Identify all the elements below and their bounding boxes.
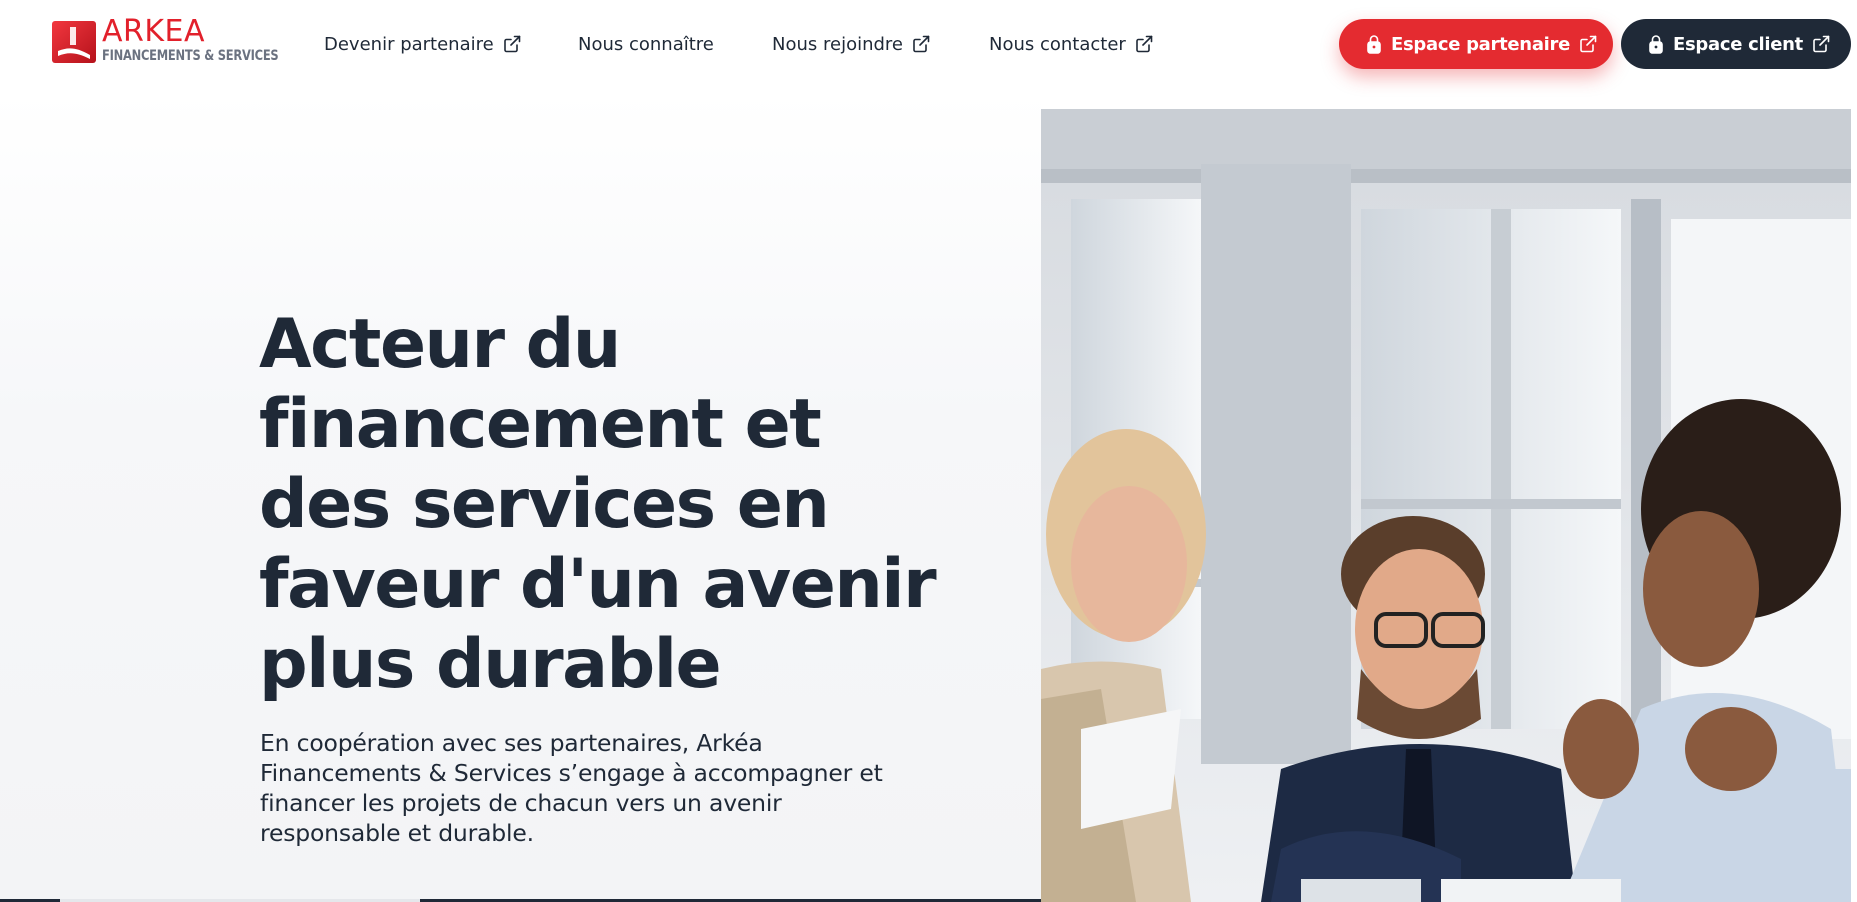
nav-item-label: Devenir partenaire [324, 33, 494, 55]
lock-icon [1649, 34, 1663, 54]
hero-title: Acteur du financement et des services en… [259, 305, 937, 704]
external-link-icon [911, 34, 931, 54]
arkea-logo[interactable]: ARKEA FINANCEMENTS & SERVICES [52, 14, 292, 68]
nav-nous-connaitre[interactable]: Nous connaître [578, 32, 714, 56]
external-link-icon [1811, 34, 1831, 54]
arkea-logo-icon [52, 21, 96, 63]
external-link-icon [1134, 34, 1154, 54]
nav-nous-contacter[interactable]: Nous contacter [989, 32, 1154, 56]
external-link-icon [1578, 34, 1598, 54]
espace-partenaire-button[interactable]: Espace partenaire [1339, 19, 1613, 69]
brand-name: ARKEA [102, 14, 206, 49]
lock-icon [1367, 34, 1381, 54]
nav-item-label: Nous connaître [578, 33, 714, 55]
nav-item-label: Nous contacter [989, 33, 1126, 55]
brand-subtitle: FINANCEMENTS & SERVICES [102, 48, 279, 64]
hero-photo [1041, 109, 1851, 902]
espace-client-label: Espace client [1673, 33, 1803, 55]
nav-item-label: Nous rejoindre [772, 33, 903, 55]
nav-nous-rejoindre[interactable]: Nous rejoindre [772, 32, 931, 56]
site-header: ARKEA FINANCEMENTS & SERVICES Devenir pa… [0, 0, 1857, 92]
espace-partenaire-label: Espace partenaire [1391, 33, 1571, 55]
espace-client-button[interactable]: Espace client [1621, 19, 1851, 69]
hero-description: En coopération avec ses partenaires, Ark… [260, 729, 883, 847]
external-link-icon [502, 34, 522, 54]
nav-devenir-partenaire[interactable]: Devenir partenaire [324, 32, 522, 56]
